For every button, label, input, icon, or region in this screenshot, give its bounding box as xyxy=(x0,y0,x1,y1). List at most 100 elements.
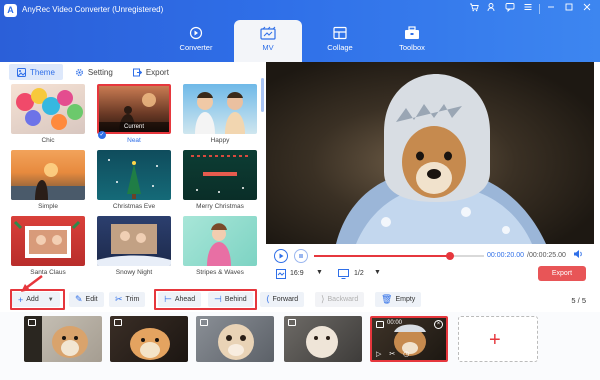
theme-santa-claus[interactable]: Santa Claus xyxy=(11,216,85,279)
backward-button[interactable]: ⟩ Backward xyxy=(315,292,365,307)
gear-icon xyxy=(75,68,83,76)
progress-knob[interactable] xyxy=(446,252,454,260)
tab-toolbox[interactable]: Toolbox xyxy=(378,20,446,62)
tab-mv[interactable]: MV xyxy=(234,20,302,62)
backward-label: Backward xyxy=(327,296,359,303)
subtab-setting-label: Setting xyxy=(87,67,113,77)
theme-thumbnail xyxy=(11,216,85,266)
total-time: /00:00:25.00 xyxy=(527,252,566,259)
theme-icon xyxy=(17,67,26,77)
empty-button[interactable]: 🗑 Empty xyxy=(375,292,422,307)
theme-scrollbar[interactable] xyxy=(261,78,264,112)
aspect-dropdown-icon[interactable]: ▼ xyxy=(316,269,323,276)
theme-thumbnail xyxy=(11,150,85,200)
app-logo-icon: A xyxy=(4,4,17,17)
timeline-clip-active[interactable]: 00:00 × ▷ ✂ ◷ xyxy=(370,316,448,362)
highlight-box xyxy=(154,289,257,310)
cart-icon[interactable] xyxy=(467,2,481,16)
clip-duration: 00:00 xyxy=(387,320,403,326)
play-button[interactable] xyxy=(274,249,288,263)
image-icon xyxy=(288,319,296,326)
subtab-export[interactable]: Export xyxy=(125,64,177,80)
trim-button[interactable]: ✂ Trim xyxy=(109,292,146,307)
player-controls: 00:00:20.00 /00:00:25.00 16:9 ▼ 1/2 ▼ Ex… xyxy=(266,244,594,286)
collage-icon xyxy=(333,26,347,40)
maximize-icon[interactable] xyxy=(562,2,576,16)
theme-thumbnail xyxy=(183,84,257,134)
volume-icon[interactable] xyxy=(572,248,584,262)
subtab-theme[interactable]: Theme xyxy=(9,64,63,80)
forward-label: Forward xyxy=(272,296,299,303)
theme-label: Christmas Eve xyxy=(112,203,156,210)
close-icon[interactable]: × xyxy=(434,320,443,329)
theme-chic[interactable]: Chic xyxy=(11,84,85,147)
trim-label: Trim xyxy=(125,296,140,303)
main-tabs: Converter MV Collage Toolbox xyxy=(162,20,450,62)
clip-tools[interactable]: ▷ ✂ ◷ xyxy=(376,350,412,358)
forward-icon: ⟨ xyxy=(266,294,270,304)
app-title: AnyRec Video Converter (Unregistered) xyxy=(22,5,164,14)
image-icon xyxy=(28,319,36,326)
progress-bar[interactable] xyxy=(314,252,484,260)
edit-icon: ✎ xyxy=(75,294,83,304)
theme-thumbnail: Current xyxy=(97,84,171,134)
edit-label: Edit xyxy=(85,296,98,303)
image-icon xyxy=(376,321,384,328)
add-clip-button[interactable]: + xyxy=(458,316,538,362)
theme-thumbnail xyxy=(97,216,171,266)
theme-neat[interactable]: Current ✓ Neat xyxy=(97,84,171,147)
subtab-setting[interactable]: Setting xyxy=(67,64,121,80)
aspect-ratio-icon xyxy=(276,269,286,281)
app-header: A AnyRec Video Converter (Unregistered) … xyxy=(0,0,600,62)
theme-thumbnail xyxy=(183,150,257,200)
tab-collage[interactable]: Collage xyxy=(306,20,374,62)
user-key-icon[interactable] xyxy=(485,2,499,16)
stop-button[interactable] xyxy=(294,249,308,263)
theme-happy[interactable]: Happy xyxy=(183,84,257,147)
menu-icon[interactable] xyxy=(521,2,535,16)
tab-converter[interactable]: Converter xyxy=(162,20,230,62)
empty-label: Empty xyxy=(395,296,416,303)
chat-icon[interactable] xyxy=(503,2,517,16)
sub-tabs: Theme Setting Export xyxy=(5,62,263,80)
tab-collage-label: Collage xyxy=(327,43,353,52)
video-preview xyxy=(266,62,594,244)
theme-label: Simple xyxy=(38,203,58,210)
theme-christmas-eve[interactable]: Christmas Eve xyxy=(97,150,171,213)
close-icon[interactable] xyxy=(580,2,594,16)
timeline-clip[interactable] xyxy=(110,316,188,362)
tab-toolbox-label: Toolbox xyxy=(399,43,425,52)
check-icon: ✓ xyxy=(98,131,106,139)
trash-icon: 🗑 xyxy=(381,294,393,304)
export-button[interactable]: Export xyxy=(538,266,586,281)
page-dropdown-icon[interactable]: ▼ xyxy=(374,269,381,276)
plus-icon: + xyxy=(489,329,501,351)
timeline-clip[interactable] xyxy=(24,316,102,362)
edit-button[interactable]: ✎ Edit xyxy=(69,292,104,307)
theme-label: Happy xyxy=(210,137,230,144)
subtab-export-label: Export xyxy=(145,67,169,77)
subtab-theme-label: Theme xyxy=(30,67,55,77)
image-icon xyxy=(114,319,122,326)
aspect-ratio-value[interactable]: 16:9 xyxy=(290,270,304,277)
image-icon xyxy=(200,319,208,326)
scissors-icon: ✂ xyxy=(115,294,123,304)
timeline-clip[interactable] xyxy=(284,316,362,362)
theme-stripes-waves[interactable]: Stripes & Waves xyxy=(183,216,257,279)
timeline-clip[interactable] xyxy=(196,316,274,362)
theme-label: Chic xyxy=(41,137,55,144)
dog-preview-image xyxy=(336,74,546,244)
forward-button[interactable]: ⟨ Forward xyxy=(260,292,305,307)
theme-simple[interactable]: Simple xyxy=(11,150,85,213)
theme-label: Stripes & Waves xyxy=(196,269,244,276)
window-controls xyxy=(467,2,594,16)
progress-fill xyxy=(314,255,450,257)
clip-timeline: 00:00 × ▷ ✂ ◷ + xyxy=(0,312,600,380)
mv-icon xyxy=(260,26,276,40)
page-selector[interactable]: 1/2 xyxy=(354,270,364,277)
theme-snowy-night[interactable]: Snowy Night xyxy=(97,216,171,279)
minimize-icon[interactable] xyxy=(544,2,558,16)
backward-icon: ⟩ xyxy=(321,294,325,304)
theme-panel: Theme Setting Export Chic Current ✓ Neat xyxy=(5,62,264,284)
theme-merry-christmas[interactable]: Merry Christmas xyxy=(183,150,257,213)
